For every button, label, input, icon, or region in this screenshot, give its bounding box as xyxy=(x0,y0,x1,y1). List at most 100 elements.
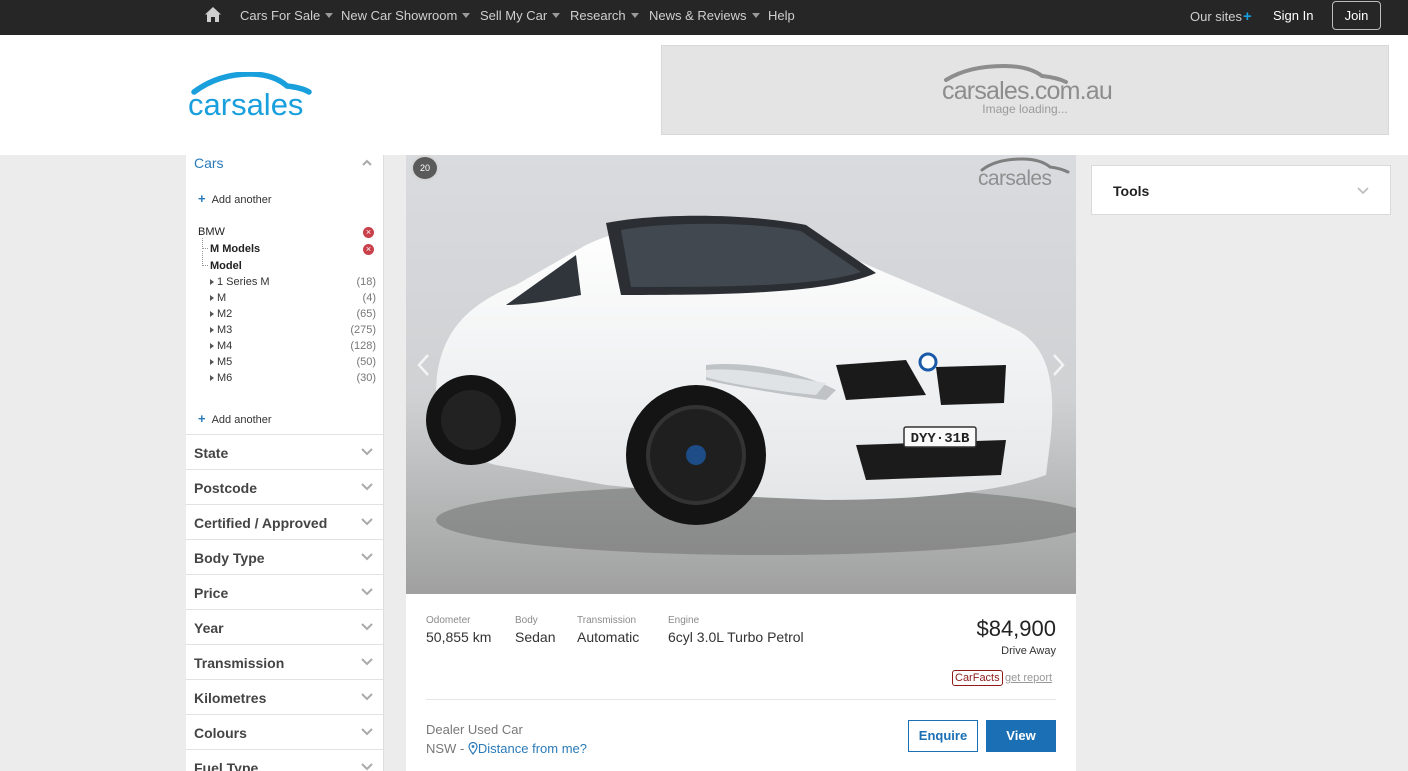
model-name: M3 xyxy=(217,324,233,336)
spec-value: Sedan xyxy=(515,629,556,645)
expand-triangle-icon xyxy=(210,359,214,365)
watermark-text: carsales xyxy=(978,167,1051,189)
model-count: (4) xyxy=(362,292,376,304)
model-name: M6 xyxy=(217,372,233,384)
listing-location: NSW - Distance from me? xyxy=(426,741,587,756)
model-count: (128) xyxy=(350,340,376,352)
model-name: M4 xyxy=(217,340,233,352)
expand-triangle-icon xyxy=(210,279,214,285)
filter-price[interactable]: Price xyxy=(186,574,384,609)
filter-colours[interactable]: Colours xyxy=(186,714,384,749)
our-sites-menu[interactable]: Our sites+ xyxy=(1190,8,1252,25)
plus-icon: + xyxy=(198,191,206,206)
spec-engine: Engine 6cyl 3.0L Turbo Petrol xyxy=(668,615,804,645)
enquire-button[interactable]: Enquire xyxy=(908,720,978,752)
caret-down-icon xyxy=(325,13,334,18)
spec-label: Odometer xyxy=(426,615,471,626)
plus-icon: + xyxy=(1243,8,1252,25)
prev-photo-arrow-icon[interactable] xyxy=(416,353,430,377)
model-option[interactable]: M5 (50) xyxy=(210,356,376,370)
filter-kilometres[interactable]: Kilometres xyxy=(186,679,384,714)
model-option[interactable]: M2 (65) xyxy=(210,308,376,322)
filter-body-type[interactable]: Body Type xyxy=(186,539,384,574)
filter-label: Year xyxy=(194,620,224,636)
get-report-link[interactable]: get report xyxy=(1005,672,1052,684)
photo-watermark-logo: carsales xyxy=(978,157,1070,189)
filter-postcode[interactable]: Postcode xyxy=(186,469,384,504)
chevron-down-icon xyxy=(361,518,373,526)
chevron-down-icon xyxy=(361,658,373,666)
chevron-up-icon[interactable] xyxy=(362,158,372,168)
filter-state[interactable]: State xyxy=(186,434,384,469)
filter-label: State xyxy=(194,445,229,461)
expand-triangle-icon xyxy=(210,327,214,333)
chevron-down-icon xyxy=(361,693,373,701)
model-count: (30) xyxy=(356,372,376,384)
chevron-down-icon xyxy=(361,763,373,771)
next-photo-arrow-icon[interactable] xyxy=(1052,353,1066,377)
sign-in-link[interactable]: Sign In xyxy=(1273,8,1313,23)
site-header: carsales carsales.com.au Image loading..… xyxy=(0,35,1408,155)
filter-label: Postcode xyxy=(194,480,258,496)
state-label: NSW - xyxy=(426,741,465,756)
nav-label: Help xyxy=(768,8,795,23)
filter-fuel-type[interactable]: Fuel Type xyxy=(186,749,384,771)
model-name: M2 xyxy=(217,308,233,320)
map-pin-icon xyxy=(468,741,478,755)
nav-news-reviews[interactable]: News & Reviews xyxy=(649,8,760,23)
nav-new-car-showroom[interactable]: New Car Showroom xyxy=(341,8,471,23)
view-button[interactable]: View xyxy=(986,720,1056,752)
nav-help[interactable]: Help xyxy=(768,8,795,23)
listing-photo[interactable]: DYY·31B 20 carsales xyxy=(406,155,1076,594)
nav-label: New Car Showroom xyxy=(341,8,458,23)
remove-make-icon[interactable]: × xyxy=(363,227,374,238)
distance-label: Distance from me? xyxy=(477,741,587,756)
nav-label: Cars For Sale xyxy=(240,8,321,23)
tools-panel[interactable]: Tools xyxy=(1091,165,1391,215)
chevron-down-icon xyxy=(1357,187,1369,195)
model-option[interactable]: M3 (275) xyxy=(210,324,376,338)
model-option[interactable]: M6 (30) xyxy=(210,372,376,386)
spec-body: Body Sedan xyxy=(515,615,555,645)
join-button[interactable]: Join xyxy=(1332,1,1381,30)
home-icon[interactable] xyxy=(203,5,223,25)
expand-triangle-icon xyxy=(210,375,214,381)
model-count: (18) xyxy=(356,276,376,288)
model-option[interactable]: 1 Series M (18) xyxy=(210,276,376,290)
model-option[interactable]: M (4) xyxy=(210,292,376,306)
spec-label: Transmission xyxy=(577,615,637,626)
filter-transmission[interactable]: Transmission xyxy=(186,644,384,679)
ad-banner[interactable]: carsales.com.au Image loading... xyxy=(661,45,1389,135)
number-plate-text: DYY·31B xyxy=(911,431,970,447)
filter-year[interactable]: Year xyxy=(186,609,384,644)
nav-sell-my-car[interactable]: Sell My Car xyxy=(480,8,561,23)
caret-down-icon xyxy=(751,13,760,18)
filter-certified-approved[interactable]: Certified / Approved xyxy=(186,504,384,539)
add-another-link[interactable]: + Add another xyxy=(198,191,272,206)
caret-down-icon xyxy=(462,13,471,18)
carfacts-badge[interactable]: CarFacts xyxy=(952,670,1003,686)
chevron-down-icon xyxy=(361,623,373,631)
plus-icon: + xyxy=(198,411,206,426)
model-name: 1 Series M xyxy=(217,276,270,288)
model-heading: Model xyxy=(210,260,242,272)
model-option[interactable]: M4 (128) xyxy=(210,340,376,354)
add-another-link[interactable]: + Add another xyxy=(198,411,272,426)
chevron-down-icon xyxy=(361,588,373,596)
model-name: M5 xyxy=(217,356,233,368)
nav-research[interactable]: Research xyxy=(570,8,639,23)
nav-cars-for-sale[interactable]: Cars For Sale xyxy=(240,8,334,23)
ad-loading-text: Image loading... xyxy=(982,102,1068,116)
distance-from-me-link[interactable]: Distance from me? xyxy=(468,741,587,756)
tools-label: Tools xyxy=(1113,183,1150,199)
nav-label: Research xyxy=(570,8,626,23)
photo-count-badge[interactable]: 20 xyxy=(411,155,439,181)
car-photo-illustration: DYY·31B xyxy=(406,155,1076,594)
seller-type: Dealer Used Car xyxy=(426,722,523,737)
chevron-down-icon xyxy=(361,483,373,491)
remove-family-icon[interactable]: × xyxy=(363,244,374,255)
nav-label: News & Reviews xyxy=(649,8,747,23)
carsales-logo[interactable]: carsales xyxy=(188,72,312,120)
cars-section-title[interactable]: Cars xyxy=(194,155,224,171)
filter-label: Colours xyxy=(194,725,247,741)
